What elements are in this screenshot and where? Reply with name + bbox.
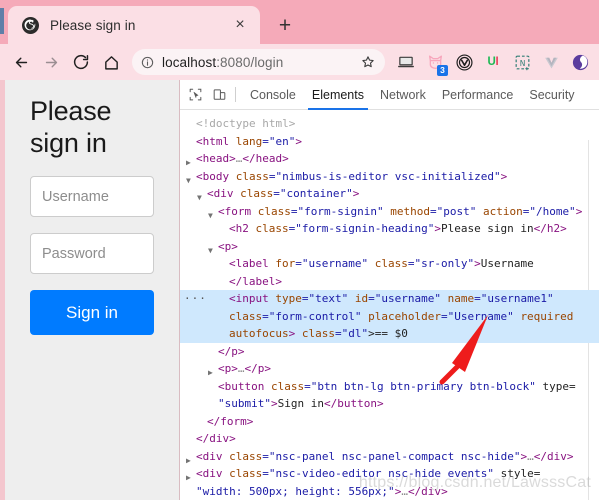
- dom-line[interactable]: <html lang="en">: [180, 133, 599, 151]
- dom-line-text: <p>…</p>: [218, 362, 271, 375]
- dom-line[interactable]: class="form-control" placeholder="Userna…: [180, 307, 599, 325]
- moon-extension-icon[interactable]: [567, 49, 593, 75]
- dom-line-text: </form>: [207, 414, 254, 428]
- dom-line[interactable]: <p>: [180, 238, 599, 256]
- dom-line[interactable]: <head>…</head>: [180, 150, 599, 168]
- forward-button[interactable]: [36, 47, 66, 77]
- dom-line[interactable]: <form class="form-signin" method="post" …: [180, 203, 599, 221]
- dom-line-text: <head>…</head>: [196, 152, 289, 165]
- dom-line-text: <div class="nsc-panel nsc-panel-compact …: [196, 449, 574, 463]
- dom-line-text: class="form-control" placeholder="Userna…: [229, 309, 574, 323]
- dom-line[interactable]: autofocus> class="dl">== $0: [180, 325, 599, 343]
- dom-line-text: <input type="text" id="username" name="u…: [229, 292, 554, 305]
- ui-extension-icon[interactable]: UI: [480, 49, 506, 75]
- svg-text:N: N: [519, 58, 525, 67]
- dom-line-text: <!doctype html>: [196, 117, 296, 130]
- dom-line[interactable]: <div class="nsc-panel nsc-panel-compact …: [180, 448, 599, 466]
- page-info-icon[interactable]: [141, 56, 154, 69]
- circle-w-extension-icon[interactable]: [451, 49, 477, 75]
- tab-network[interactable]: Network: [372, 80, 434, 110]
- dom-line-text: "submit">Sign in</button>: [218, 397, 384, 410]
- dom-line-text: </label>: [229, 274, 282, 288]
- browser-window: Please sign in × + localhost:8080/login …: [0, 0, 599, 500]
- dom-line[interactable]: "submit">Sign in</button>: [180, 395, 599, 413]
- url-host: localhost: [162, 54, 217, 70]
- dom-line[interactable]: <!doctype html>: [180, 115, 599, 133]
- viewport-edge-strip: [0, 80, 5, 500]
- monitor-extension-icon[interactable]: [393, 49, 419, 75]
- selected-node-marker[interactable]: ···: [184, 290, 207, 308]
- inspect-element-icon[interactable]: [183, 83, 207, 107]
- password-input[interactable]: Password: [30, 233, 154, 274]
- extension-icons: 3 UI N: [393, 49, 595, 76]
- ui-letter-i: I: [495, 56, 499, 68]
- page-title: Please sign in: [30, 96, 112, 158]
- extension-badge-count: 3: [437, 65, 448, 76]
- page-viewport: Please sign in Username Password Sign in: [0, 80, 180, 500]
- browser-tab-please-sign-in[interactable]: Please sign in ×: [8, 6, 260, 44]
- bookmark-star-icon[interactable]: [357, 55, 379, 69]
- dom-line-text: <body class="nimbus-is-editor vsc-initia…: [196, 169, 508, 183]
- ui-extension-label: UI: [488, 56, 499, 68]
- tab-security[interactable]: Security: [521, 80, 582, 110]
- dom-line[interactable]: <div class="container">: [180, 185, 599, 203]
- tab-title: Please sign in: [50, 17, 136, 33]
- v-extension-icon[interactable]: [538, 49, 564, 75]
- watermark: https://blog.csdn.net/LawsssCat: [358, 474, 591, 491]
- reload-button[interactable]: [66, 47, 96, 77]
- password-placeholder: Password: [42, 245, 106, 262]
- dom-line[interactable]: <h2 class="form-signin-heading">Please s…: [180, 220, 599, 238]
- dom-line-text: <form class="form-signin" method="post" …: [218, 204, 583, 218]
- back-button[interactable]: [6, 47, 36, 77]
- devtools-tabs: Console Elements Network Performance Sec…: [242, 80, 583, 110]
- browser-toolbar: localhost:8080/login 3 UI N: [0, 44, 599, 80]
- signin-submit-button[interactable]: Sign in: [30, 290, 154, 335]
- new-tab-button[interactable]: +: [270, 10, 300, 40]
- dom-line-text: <label for="username" class="sr-only">Us…: [229, 257, 534, 270]
- window-edge-accent: [0, 8, 4, 34]
- dom-line-text: <p>: [218, 239, 238, 253]
- toolbar-divider: [235, 87, 236, 102]
- username-placeholder: Username: [42, 188, 109, 205]
- dom-line[interactable]: <body class="nimbus-is-editor vsc-initia…: [180, 168, 599, 186]
- ui-letter-u: U: [487, 56, 496, 68]
- dom-line[interactable]: </label>: [180, 273, 599, 291]
- dom-tree[interactable]: <!doctype html> <html lang="en"> <head>…</…: [180, 110, 599, 500]
- dom-line[interactable]: </p>: [180, 343, 599, 361]
- devtools-panel: Console Elements Network Performance Sec…: [180, 80, 599, 500]
- devtools-toolbar: Console Elements Network Performance Sec…: [180, 80, 599, 110]
- spring-globe-favicon: [22, 16, 39, 34]
- dom-line-text: autofocus> class="dl">== $0: [229, 327, 408, 340]
- address-bar[interactable]: localhost:8080/login: [132, 49, 385, 75]
- tab-console[interactable]: Console: [242, 80, 304, 110]
- address-bar-url[interactable]: localhost:8080/login: [162, 55, 357, 70]
- dom-line[interactable]: <label for="username" class="sr-only">Us…: [180, 255, 599, 273]
- dom-line-text: <html lang="en">: [196, 134, 302, 148]
- url-path: :8080/login: [216, 54, 284, 70]
- content-area: Please sign in Username Password Sign in: [0, 80, 599, 500]
- dom-line[interactable]: <p>…</p>: [180, 360, 599, 378]
- tab-strip: Please sign in × +: [0, 0, 599, 44]
- home-button[interactable]: [96, 47, 126, 77]
- dom-line-text: <div class="container">: [207, 187, 360, 200]
- dom-line[interactable]: ··· <input type="text" id="username" name…: [180, 290, 599, 308]
- dom-line[interactable]: </div>: [180, 430, 599, 448]
- dom-line[interactable]: </form>: [180, 413, 599, 431]
- dom-line[interactable]: <button class="btn btn-lg btn-primary bt…: [180, 378, 599, 396]
- dom-tree-lines: <!doctype html> <html lang="en"> <head>…</…: [180, 115, 599, 500]
- dom-line-text: </div>: [196, 432, 236, 445]
- dom-line-text: </p>: [218, 344, 245, 358]
- signin-form: Please sign in Username Password Sign in: [30, 95, 154, 335]
- dom-line-text: <h2 class="form-signin-heading">Please s…: [229, 222, 567, 235]
- tab-elements[interactable]: Elements: [304, 80, 372, 110]
- nimbus-n-extension-icon[interactable]: N: [509, 49, 535, 75]
- dom-line-text: <button class="btn btn-lg btn-primary bt…: [218, 379, 576, 393]
- username-input[interactable]: Username: [30, 176, 154, 217]
- cat-extension-icon[interactable]: 3: [422, 49, 448, 76]
- device-toolbar-icon[interactable]: [207, 83, 231, 107]
- close-icon[interactable]: ×: [230, 15, 250, 35]
- tab-performance[interactable]: Performance: [434, 80, 522, 110]
